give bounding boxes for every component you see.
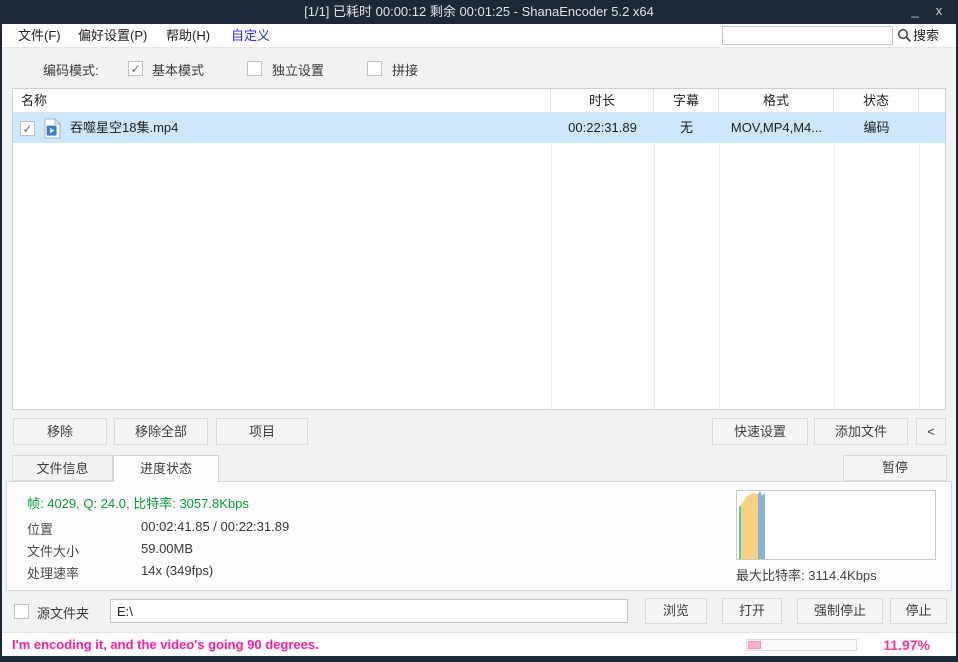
concat-label[interactable]: 拼接 <box>392 60 418 79</box>
window-title: [1/1] 已耗时 00:00:12 剩余 00:01:25 - ShanaEn… <box>0 0 958 24</box>
search-button[interactable]: 搜索 <box>913 24 939 48</box>
menu-custom[interactable]: 自定义 <box>231 24 270 48</box>
minimize-button[interactable]: _ <box>902 0 928 24</box>
grid-line <box>551 113 552 409</box>
menubar: 文件(F) 偏好设置(P) 帮助(H) 自定义 搜索 <box>2 24 956 48</box>
max-bitrate-caption: 最大比特率: 3114.4Kbps <box>736 565 877 584</box>
position-label: 位置 <box>27 519 53 538</box>
file-format: MOV,MP4,M4... <box>719 113 834 143</box>
encoding-mode-bar: 编码模式: 基本模式 独立设置 拼接 <box>2 49 956 88</box>
grid-line <box>719 113 720 409</box>
bitrate-graph <box>736 490 936 560</box>
grid-line <box>919 113 920 409</box>
speed-label: 处理速率 <box>27 563 79 582</box>
add-file-button[interactable]: 添加文件 <box>814 418 908 445</box>
encoding-mode-label: 编码模式: <box>43 60 99 79</box>
grid-line <box>654 113 655 409</box>
search-icon <box>897 28 912 43</box>
tab-progress-status[interactable]: 进度状态 <box>113 455 219 482</box>
table-row[interactable]: 吞噬星空18集.mp4 00:22:31.89 无 MOV,MP4,M4... … <box>13 113 945 143</box>
file-duration: 00:22:31.89 <box>551 113 654 143</box>
window-content: 文件(F) 偏好设置(P) 帮助(H) 自定义 搜索 编码模式: 基本模式 独立… <box>2 24 956 656</box>
source-folder-label[interactable]: 源文件夹 <box>37 603 89 622</box>
source-folder-bar: 源文件夹 浏览 打开 强制停止 停止 <box>2 598 956 626</box>
status-message: I'm encoding it, and the video's going 9… <box>12 633 319 657</box>
pause-button[interactable]: 暂停 <box>843 455 947 481</box>
independent-settings-checkbox[interactable] <box>247 61 262 76</box>
quick-settings-button[interactable]: 快速设置 <box>712 418 808 445</box>
project-button[interactable]: 项目 <box>216 418 308 445</box>
grid-line <box>834 113 835 409</box>
source-folder-checkbox[interactable] <box>14 604 29 619</box>
file-name: 吞噬星空18集.mp4 <box>70 113 178 143</box>
file-subtitle: 无 <box>654 113 719 143</box>
basic-mode-label[interactable]: 基本模式 <box>152 60 204 79</box>
column-header-name[interactable]: 名称 <box>13 89 551 113</box>
progress-bar-fill <box>748 641 761 649</box>
table-header: 名称 时长 字幕 格式 状态 <box>13 89 945 113</box>
force-stop-button[interactable]: 强制停止 <box>797 598 883 624</box>
column-header-status[interactable]: 状态 <box>834 89 919 113</box>
column-header-subtitle[interactable]: 字幕 <box>654 89 719 113</box>
titlebar: [1/1] 已耗时 00:00:12 剩余 00:01:25 - ShanaEn… <box>0 0 958 24</box>
search-input[interactable] <box>722 26 893 45</box>
menu-preferences[interactable]: 偏好设置(P) <box>78 24 147 48</box>
stop-button[interactable]: 停止 <box>890 598 947 624</box>
tab-file-info[interactable]: 文件信息 <box>12 455 113 481</box>
filesize-label: 文件大小 <box>27 541 79 560</box>
close-button[interactable]: x <box>926 0 952 24</box>
position-value: 00:02:41.85 / 00:22:31.89 <box>141 519 289 534</box>
speed-value: 14x (349fps) <box>141 563 213 578</box>
open-button[interactable]: 打开 <box>722 598 782 624</box>
encode-stats-line: 帧: 4029, Q: 24.0, 比特率: 3057.8Kbps <box>27 493 249 512</box>
remove-all-button[interactable]: 移除全部 <box>114 418 208 445</box>
remove-button[interactable]: 移除 <box>13 418 107 445</box>
video-file-icon <box>44 118 61 139</box>
menu-help[interactable]: 帮助(H) <box>166 24 210 48</box>
progress-bar <box>746 639 857 651</box>
column-header-duration[interactable]: 时长 <box>551 89 654 113</box>
progress-percent: 11.97% <box>883 633 930 657</box>
column-header-filler <box>919 89 945 113</box>
browse-button[interactable]: 浏览 <box>645 598 707 624</box>
output-path-input[interactable] <box>110 599 628 623</box>
menu-file[interactable]: 文件(F) <box>18 24 61 48</box>
concat-checkbox[interactable] <box>367 61 382 76</box>
column-header-format[interactable]: 格式 <box>719 89 834 113</box>
basic-mode-checkbox[interactable] <box>128 61 143 76</box>
filesize-value: 59.00MB <box>141 541 193 556</box>
progress-panel: 帧: 4029, Q: 24.0, 比特率: 3057.8Kbps 位置 00:… <box>6 481 952 591</box>
table-body: 吞噬星空18集.mp4 00:22:31.89 无 MOV,MP4,M4... … <box>13 113 945 409</box>
independent-settings-label[interactable]: 独立设置 <box>272 60 324 79</box>
file-status: 编码 <box>834 113 919 143</box>
app-window: [1/1] 已耗时 00:00:12 剩余 00:01:25 - ShanaEn… <box>0 0 958 662</box>
row-checkbox[interactable] <box>20 121 35 136</box>
collapse-button[interactable]: < <box>916 418 946 445</box>
file-table: 名称 时长 字幕 格式 状态 <box>12 88 946 410</box>
status-bar: I'm encoding it, and the video's going 9… <box>2 632 956 656</box>
